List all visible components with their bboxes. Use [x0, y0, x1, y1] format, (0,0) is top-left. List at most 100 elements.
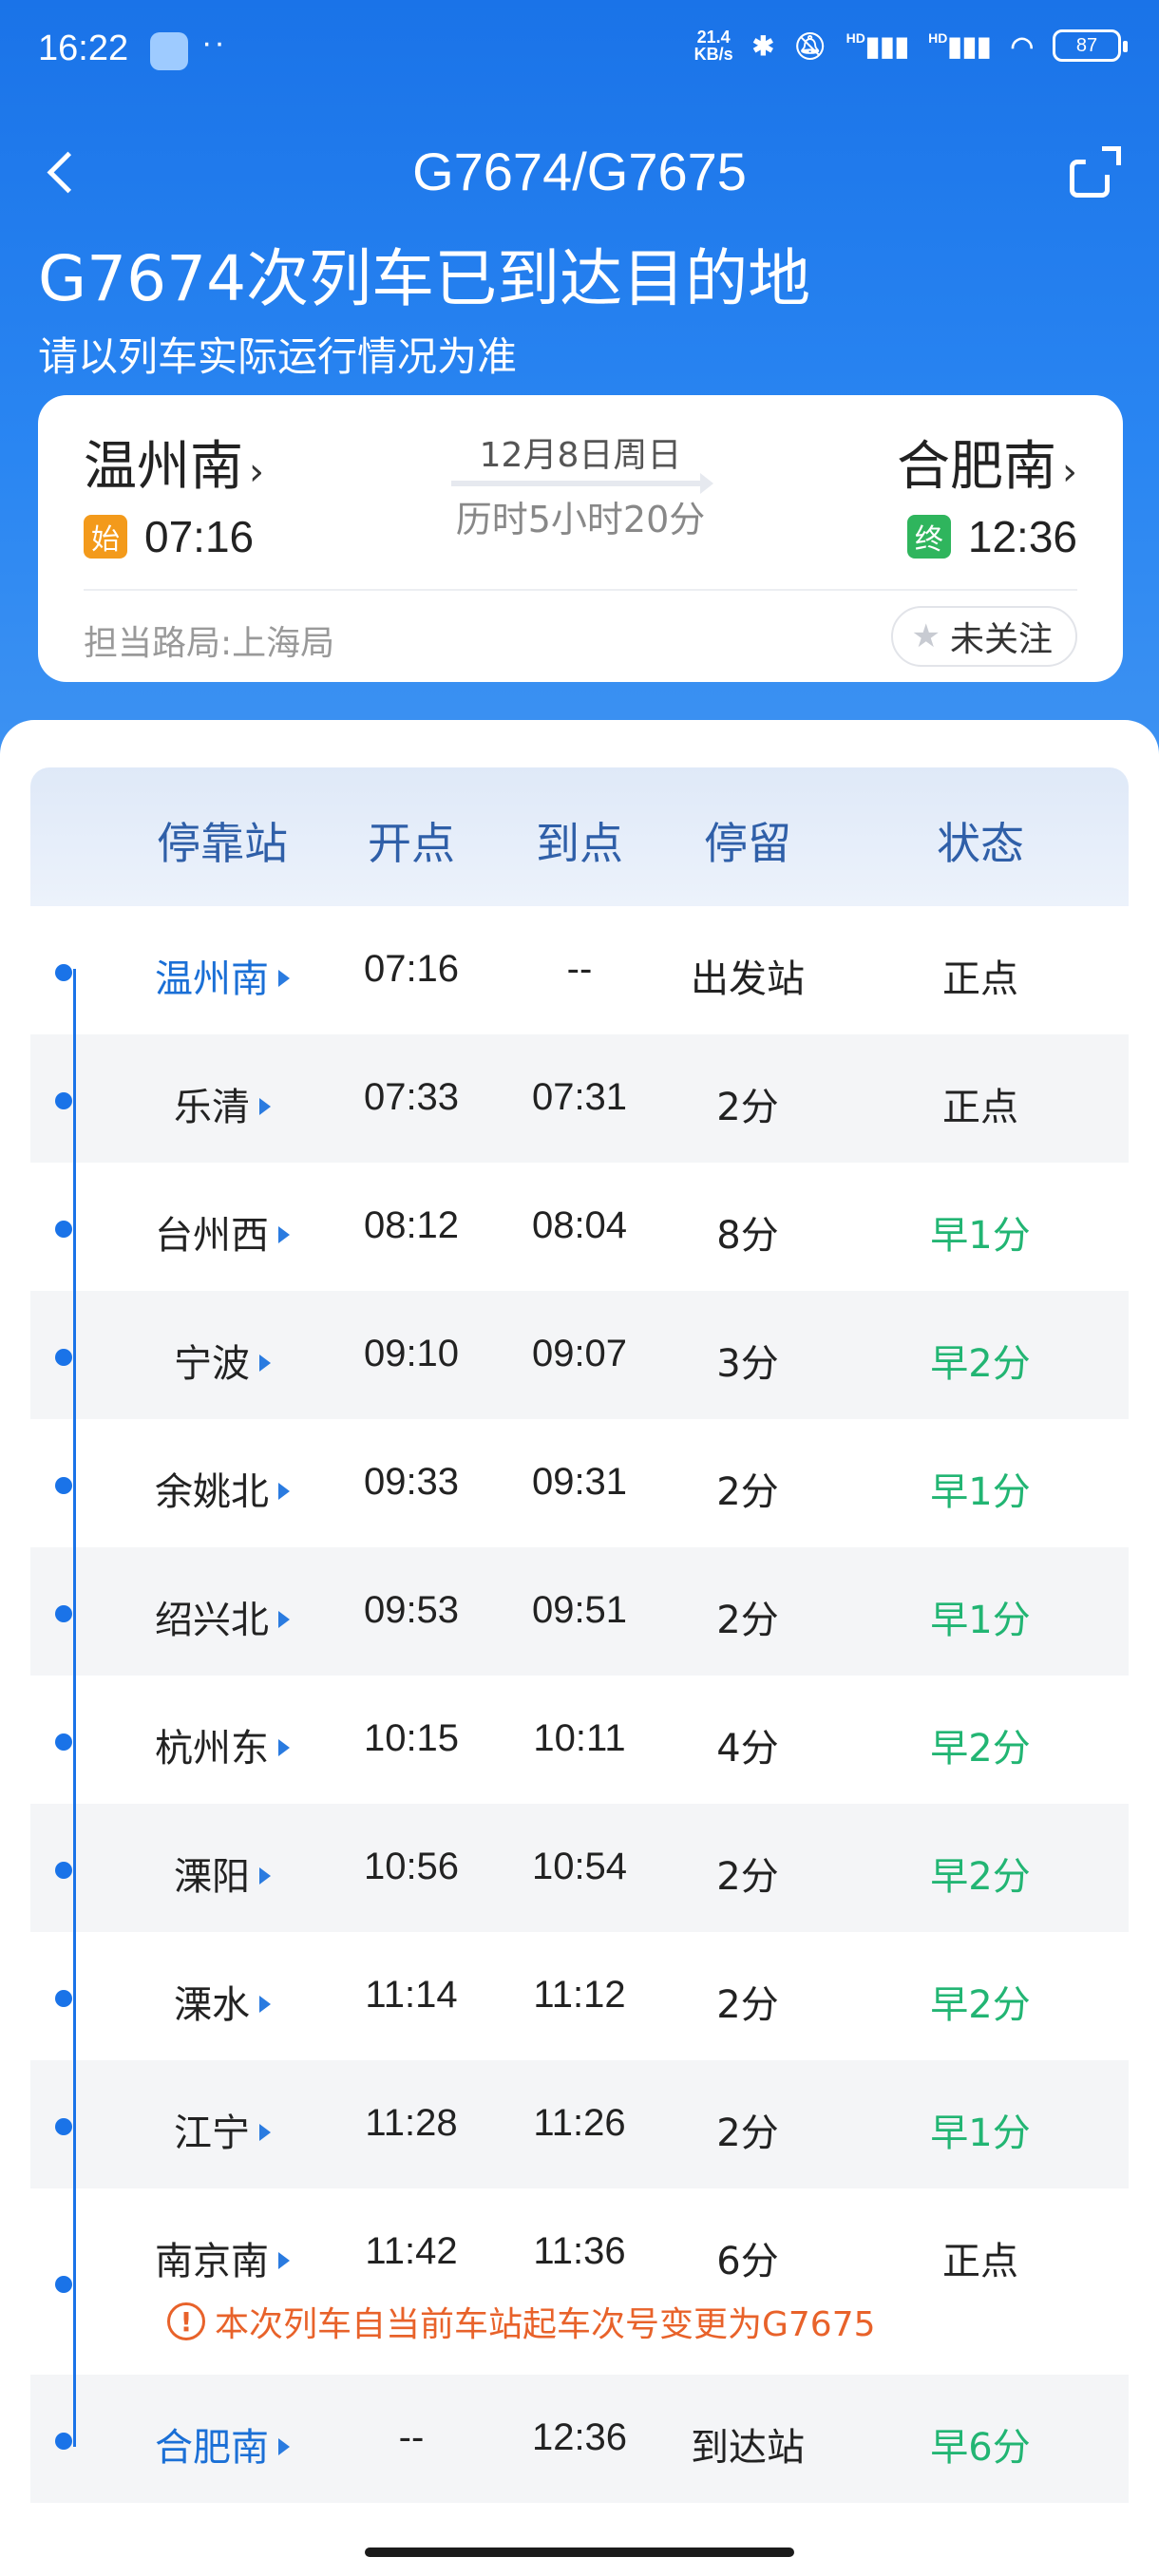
status: 早2分 — [930, 1727, 1031, 1771]
triangle-right-icon — [259, 2124, 271, 2141]
table-row[interactable]: 余姚北 09:33 09:31 2分 早1分 — [30, 1419, 1129, 1547]
share-icon-box — [1070, 160, 1110, 198]
table-row[interactable]: 溧阳 10:56 10:54 2分 早2分 — [30, 1804, 1129, 1932]
arrive-time: 10:54 — [531, 1846, 628, 1887]
arrive-info: 终 12:36 — [906, 511, 1077, 562]
station-name-link[interactable]: 台州西 — [155, 1204, 290, 1260]
station-name-link[interactable]: 江宁 — [174, 2102, 271, 2157]
table-row[interactable]: 宁波 09:10 09:07 3分 早2分 — [30, 1291, 1129, 1419]
station-name-link[interactable]: 宁波 — [174, 1333, 271, 1388]
stay-duration: 2分 — [716, 1086, 779, 1129]
timeline-dot — [55, 2276, 72, 2293]
status: 早2分 — [930, 1983, 1031, 2027]
station-name-link[interactable]: 杭州东 — [155, 1717, 290, 1772]
station-name-link[interactable]: 温州南 — [155, 948, 290, 1003]
timeline-dot — [55, 2433, 72, 2450]
station-name-link[interactable]: 乐清 — [174, 1076, 271, 1131]
triangle-right-icon — [278, 1483, 290, 1500]
col-header-arrive: 到点 — [536, 818, 623, 869]
table-row[interactable]: 溧水 11:14 11:12 2分 早2分 — [30, 1932, 1129, 2060]
station-name-link[interactable]: 合肥南 — [155, 2416, 290, 2472]
table-row[interactable]: 绍兴北 09:53 09:51 2分 早1分 — [30, 1547, 1129, 1676]
bluetooth-icon: ✱ — [751, 30, 775, 61]
star-icon: ★ — [911, 617, 940, 655]
warning-icon: ! — [167, 2302, 205, 2340]
status: 正点 — [942, 2240, 1018, 2283]
table-row[interactable]: 杭州东 10:15 10:11 4分 早2分 — [30, 1676, 1129, 1804]
arrive-time: 09:51 — [531, 1589, 628, 1631]
battery-icon: 87 — [1053, 29, 1128, 62]
depart-time: 11:14 — [365, 1974, 458, 2016]
stay-duration: 到达站 — [691, 2426, 805, 2470]
to-station-link[interactable]: 合肥南 › — [897, 424, 1077, 501]
train-info-card: 温州南 › 12月8日周日 历时5小时20分 合肥南 › 始 07:16 终 12:… — [38, 395, 1123, 682]
stay-duration: 2分 — [716, 1983, 779, 2027]
table-body: 温州南 07:16 -- 出发站 正点 乐清 07:33 07:31 2分 正点 台州西 08:12 0… — [30, 906, 1129, 2503]
station-name: 杭州东 — [155, 1727, 269, 1771]
station-name-link[interactable]: 溧水 — [174, 1974, 271, 2029]
depart-time: 10:56 — [363, 1846, 460, 1887]
triangle-right-icon — [259, 1996, 271, 2013]
telegram-icon — [150, 32, 188, 70]
station-name: 台州西 — [155, 1214, 269, 1258]
follow-button[interactable]: ★ 未关注 — [890, 606, 1077, 667]
card-divider — [84, 589, 1077, 591]
status: 早1分 — [930, 1599, 1031, 1642]
station-name: 绍兴北 — [155, 1599, 269, 1642]
station-name: 合肥南 — [155, 2426, 269, 2470]
table-row[interactable]: 台州西 08:12 08:04 8分 早1分 — [30, 1163, 1129, 1291]
stay-duration: 6分 — [716, 2240, 779, 2283]
stay-duration: 4分 — [716, 1727, 779, 1771]
arrival-subline: 请以列车实际运行情况为准 — [38, 333, 518, 380]
timeline-dot — [55, 1349, 72, 1366]
col-header-station: 停靠站 — [157, 818, 288, 869]
station-name-link[interactable]: 南京南 — [155, 2230, 290, 2285]
timeline-dot — [55, 1605, 72, 1622]
arrive-time: 11:26 — [533, 2102, 626, 2144]
depart-time: 07:33 — [363, 1076, 460, 1118]
depart-time: 09:53 — [363, 1589, 460, 1631]
depart-time: 07:16 — [363, 948, 460, 990]
status: 早2分 — [930, 1342, 1031, 1386]
depart-time: 09:33 — [363, 1461, 460, 1503]
station-name: 南京南 — [155, 2240, 269, 2283]
depart-time: 10:15 — [363, 1717, 460, 1759]
table-row[interactable]: 南京南 11:42 11:36 6分 正点! 本次列车自当前车站起车次号变更为G7675 — [30, 2188, 1129, 2375]
station-name-link[interactable]: 绍兴北 — [155, 1589, 290, 1644]
timeline-dot — [55, 1477, 72, 1494]
status: 正点 — [942, 1086, 1018, 1129]
station-name-link[interactable]: 余姚北 — [155, 1461, 290, 1516]
triangle-right-icon — [259, 1354, 271, 1372]
station-name: 温州南 — [155, 957, 269, 1001]
train-number-change-notice: ! 本次列车自当前车站起车次号变更为G7675 — [167, 2297, 876, 2346]
network-speed-value: 21.4 — [696, 28, 731, 47]
timeline-dot — [55, 1862, 72, 1879]
depart-time: 08:12 — [363, 1204, 460, 1246]
mute-icon: 🔕︎ — [793, 30, 827, 61]
route-timeline — [73, 969, 76, 2447]
railway-bureau: 担当路局:上海局 — [84, 624, 335, 663]
timetable: 停靠站 开点 到点 停留 状态 温州南 07:16 -- 出发站 正点 乐清 07:33 07… — [30, 767, 1129, 2503]
table-row[interactable]: 乐清 07:33 07:31 2分 正点 — [30, 1034, 1129, 1163]
arrive-time: 09:31 — [531, 1461, 628, 1503]
triangle-right-icon — [278, 1611, 290, 1628]
timeline-dot — [55, 1221, 72, 1238]
status: 正点 — [942, 957, 1018, 1001]
arrival-headline: G7674次列车已到达目的地 — [38, 242, 811, 315]
table-row[interactable]: 温州南 07:16 -- 出发站 正点 — [30, 906, 1129, 1034]
status: 早6分 — [930, 2426, 1031, 2470]
home-indicator[interactable] — [365, 2548, 794, 2557]
timeline-dot — [55, 1733, 72, 1751]
station-name-link[interactable]: 溧阳 — [174, 1846, 271, 1901]
depart-time: 11:28 — [365, 2102, 458, 2144]
table-row[interactable]: 江宁 11:28 11:26 2分 早1分 — [30, 2060, 1129, 2188]
stay-duration: 2分 — [716, 1599, 779, 1642]
table-header: 停靠站 开点 到点 停留 状态 — [30, 767, 1129, 906]
table-row[interactable]: 合肥南 -- 12:36 到达站 早6分 — [30, 2375, 1129, 2503]
arrive-time: 12:36 — [531, 2416, 628, 2458]
col-header-depart: 开点 — [368, 818, 455, 869]
status-time: 16:22 — [38, 28, 129, 68]
station-name: 余姚北 — [155, 1470, 269, 1514]
arrive-time: -- — [566, 948, 593, 990]
share-icon[interactable] — [1064, 144, 1121, 201]
